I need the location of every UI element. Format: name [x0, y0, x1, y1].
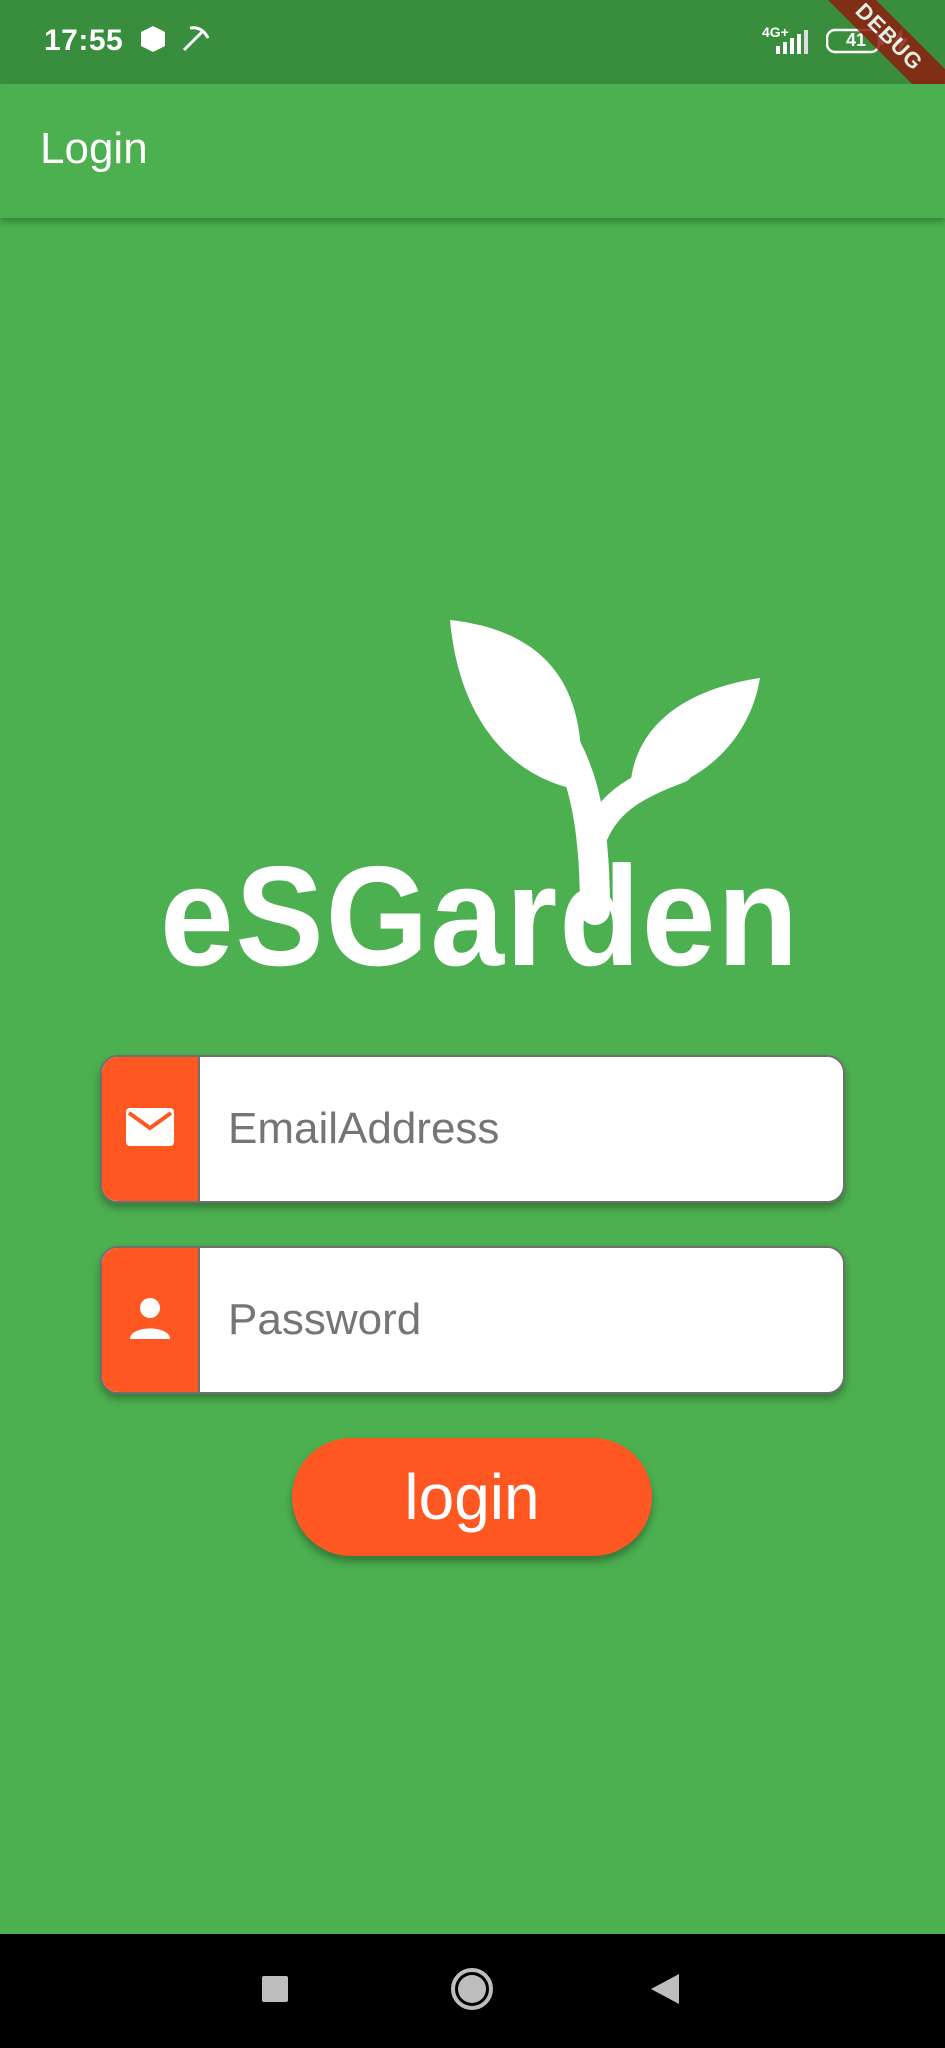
email-icon-box	[102, 1057, 198, 1201]
signal-strength-icon	[772, 28, 812, 59]
app-bar: Login	[0, 84, 945, 218]
home-button[interactable]	[427, 1934, 517, 2048]
password-field-container	[100, 1246, 845, 1394]
logo-text: eSGarden	[160, 837, 800, 980]
mail-icon	[125, 1107, 175, 1152]
notification-hexagon-icon	[138, 24, 168, 59]
password-input[interactable]	[198, 1248, 843, 1392]
status-time: 17:55	[44, 24, 124, 57]
password-icon-box	[102, 1248, 198, 1392]
person-icon	[130, 1297, 170, 1344]
status-bar: 17:55 4G+ 41 DEBUG	[0, 0, 945, 120]
home-circle-icon	[449, 1966, 495, 2017]
esgarden-logo: eSGarden	[140, 610, 820, 996]
email-field-container	[100, 1055, 845, 1203]
login-button[interactable]: login	[292, 1438, 652, 1556]
system-nav-bar	[0, 1934, 945, 2048]
email-input[interactable]	[198, 1057, 843, 1201]
back-triangle-icon	[649, 1972, 681, 2011]
recents-button[interactable]	[230, 1934, 320, 2048]
recents-square-icon	[260, 1974, 290, 2009]
pickaxe-icon	[180, 24, 210, 59]
back-button[interactable]	[620, 1934, 710, 2048]
page-title: Login	[40, 124, 148, 173]
